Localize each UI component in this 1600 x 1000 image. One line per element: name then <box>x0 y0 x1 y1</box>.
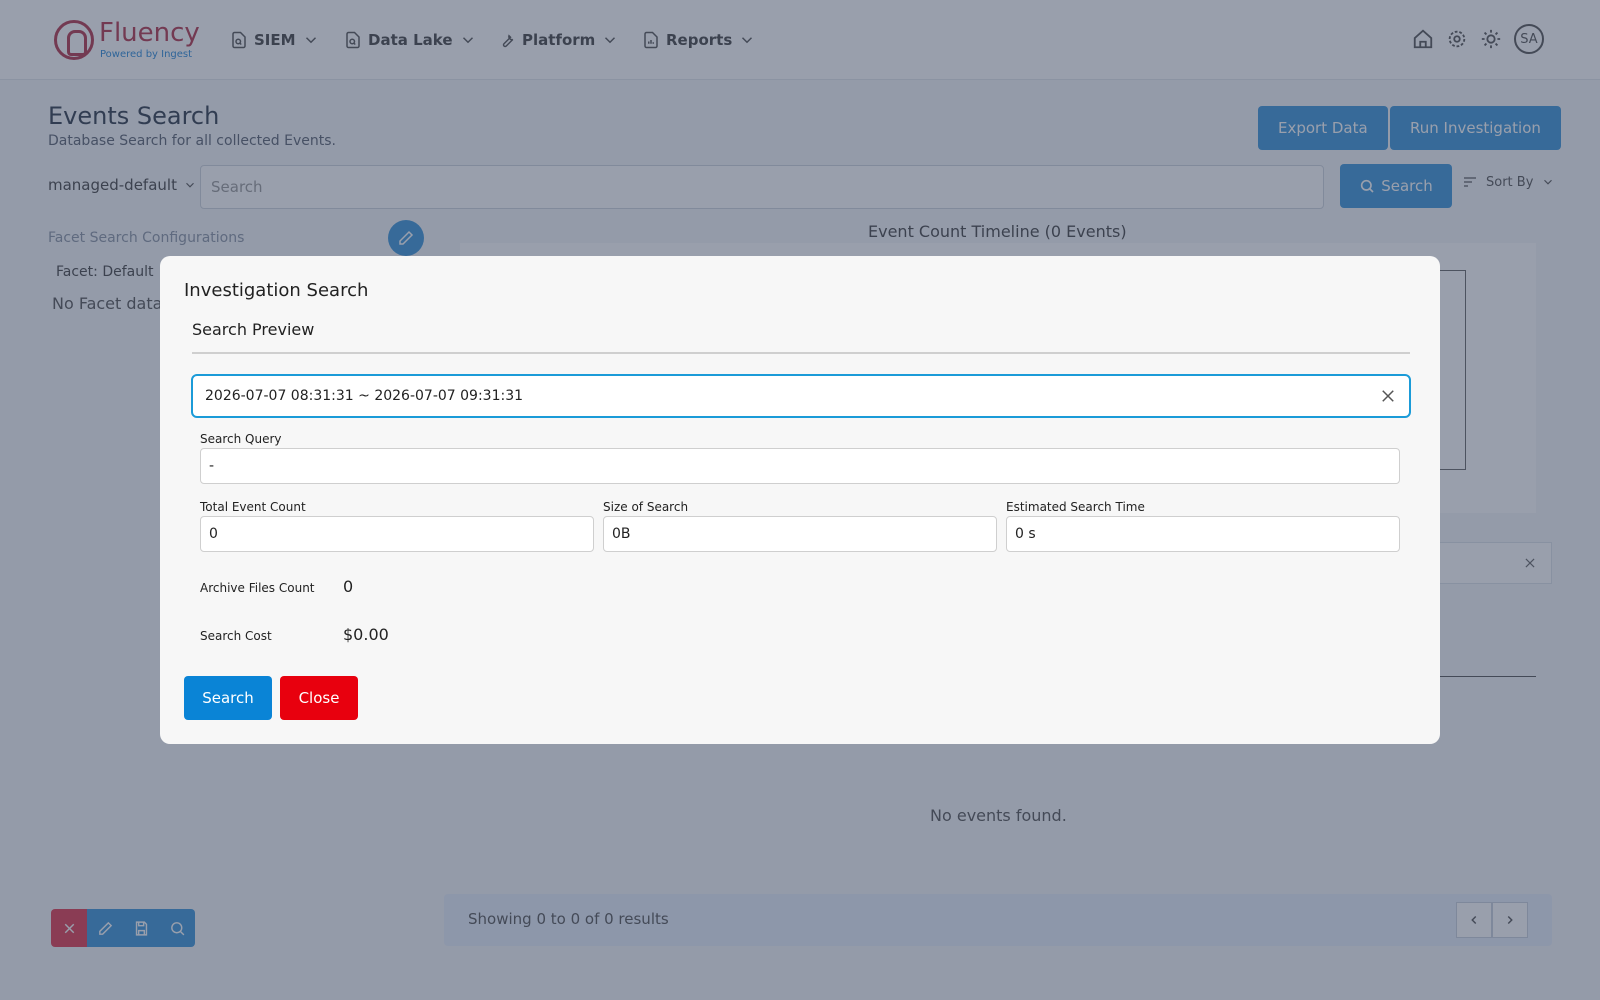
archive-files-count-value: 0 <box>343 577 354 596</box>
archive-files-count-label: Archive Files Count <box>200 581 315 595</box>
estimated-search-time-field[interactable]: 0 s <box>1006 516 1400 552</box>
search-cost-value: $0.00 <box>343 625 389 644</box>
estimated-search-time-label: Estimated Search Time <box>1006 500 1145 514</box>
search-query-label: Search Query <box>200 432 282 446</box>
clear-icon[interactable] <box>1379 387 1397 405</box>
total-event-count-label: Total Event Count <box>200 500 306 514</box>
modal-title: Investigation Search <box>184 280 369 301</box>
size-of-search-label: Size of Search <box>603 500 689 514</box>
investigation-search-modal: Investigation Search Search Preview 2026… <box>160 256 1440 744</box>
search-cost-label: Search Cost <box>200 629 272 643</box>
section-divider <box>192 352 1410 354</box>
date-range-input[interactable]: 2026-07-07 08:31:31 ~ 2026-07-07 09:31:3… <box>191 374 1411 418</box>
total-event-count-field[interactable]: 0 <box>200 516 594 552</box>
search-query-field[interactable]: - <box>200 448 1400 484</box>
modal-search-button[interactable]: Search <box>184 676 272 720</box>
date-range-value: 2026-07-07 08:31:31 ~ 2026-07-07 09:31:3… <box>205 388 524 404</box>
search-preview-heading: Search Preview <box>192 320 315 339</box>
modal-close-button[interactable]: Close <box>280 676 358 720</box>
size-of-search-field[interactable]: 0B <box>603 516 997 552</box>
